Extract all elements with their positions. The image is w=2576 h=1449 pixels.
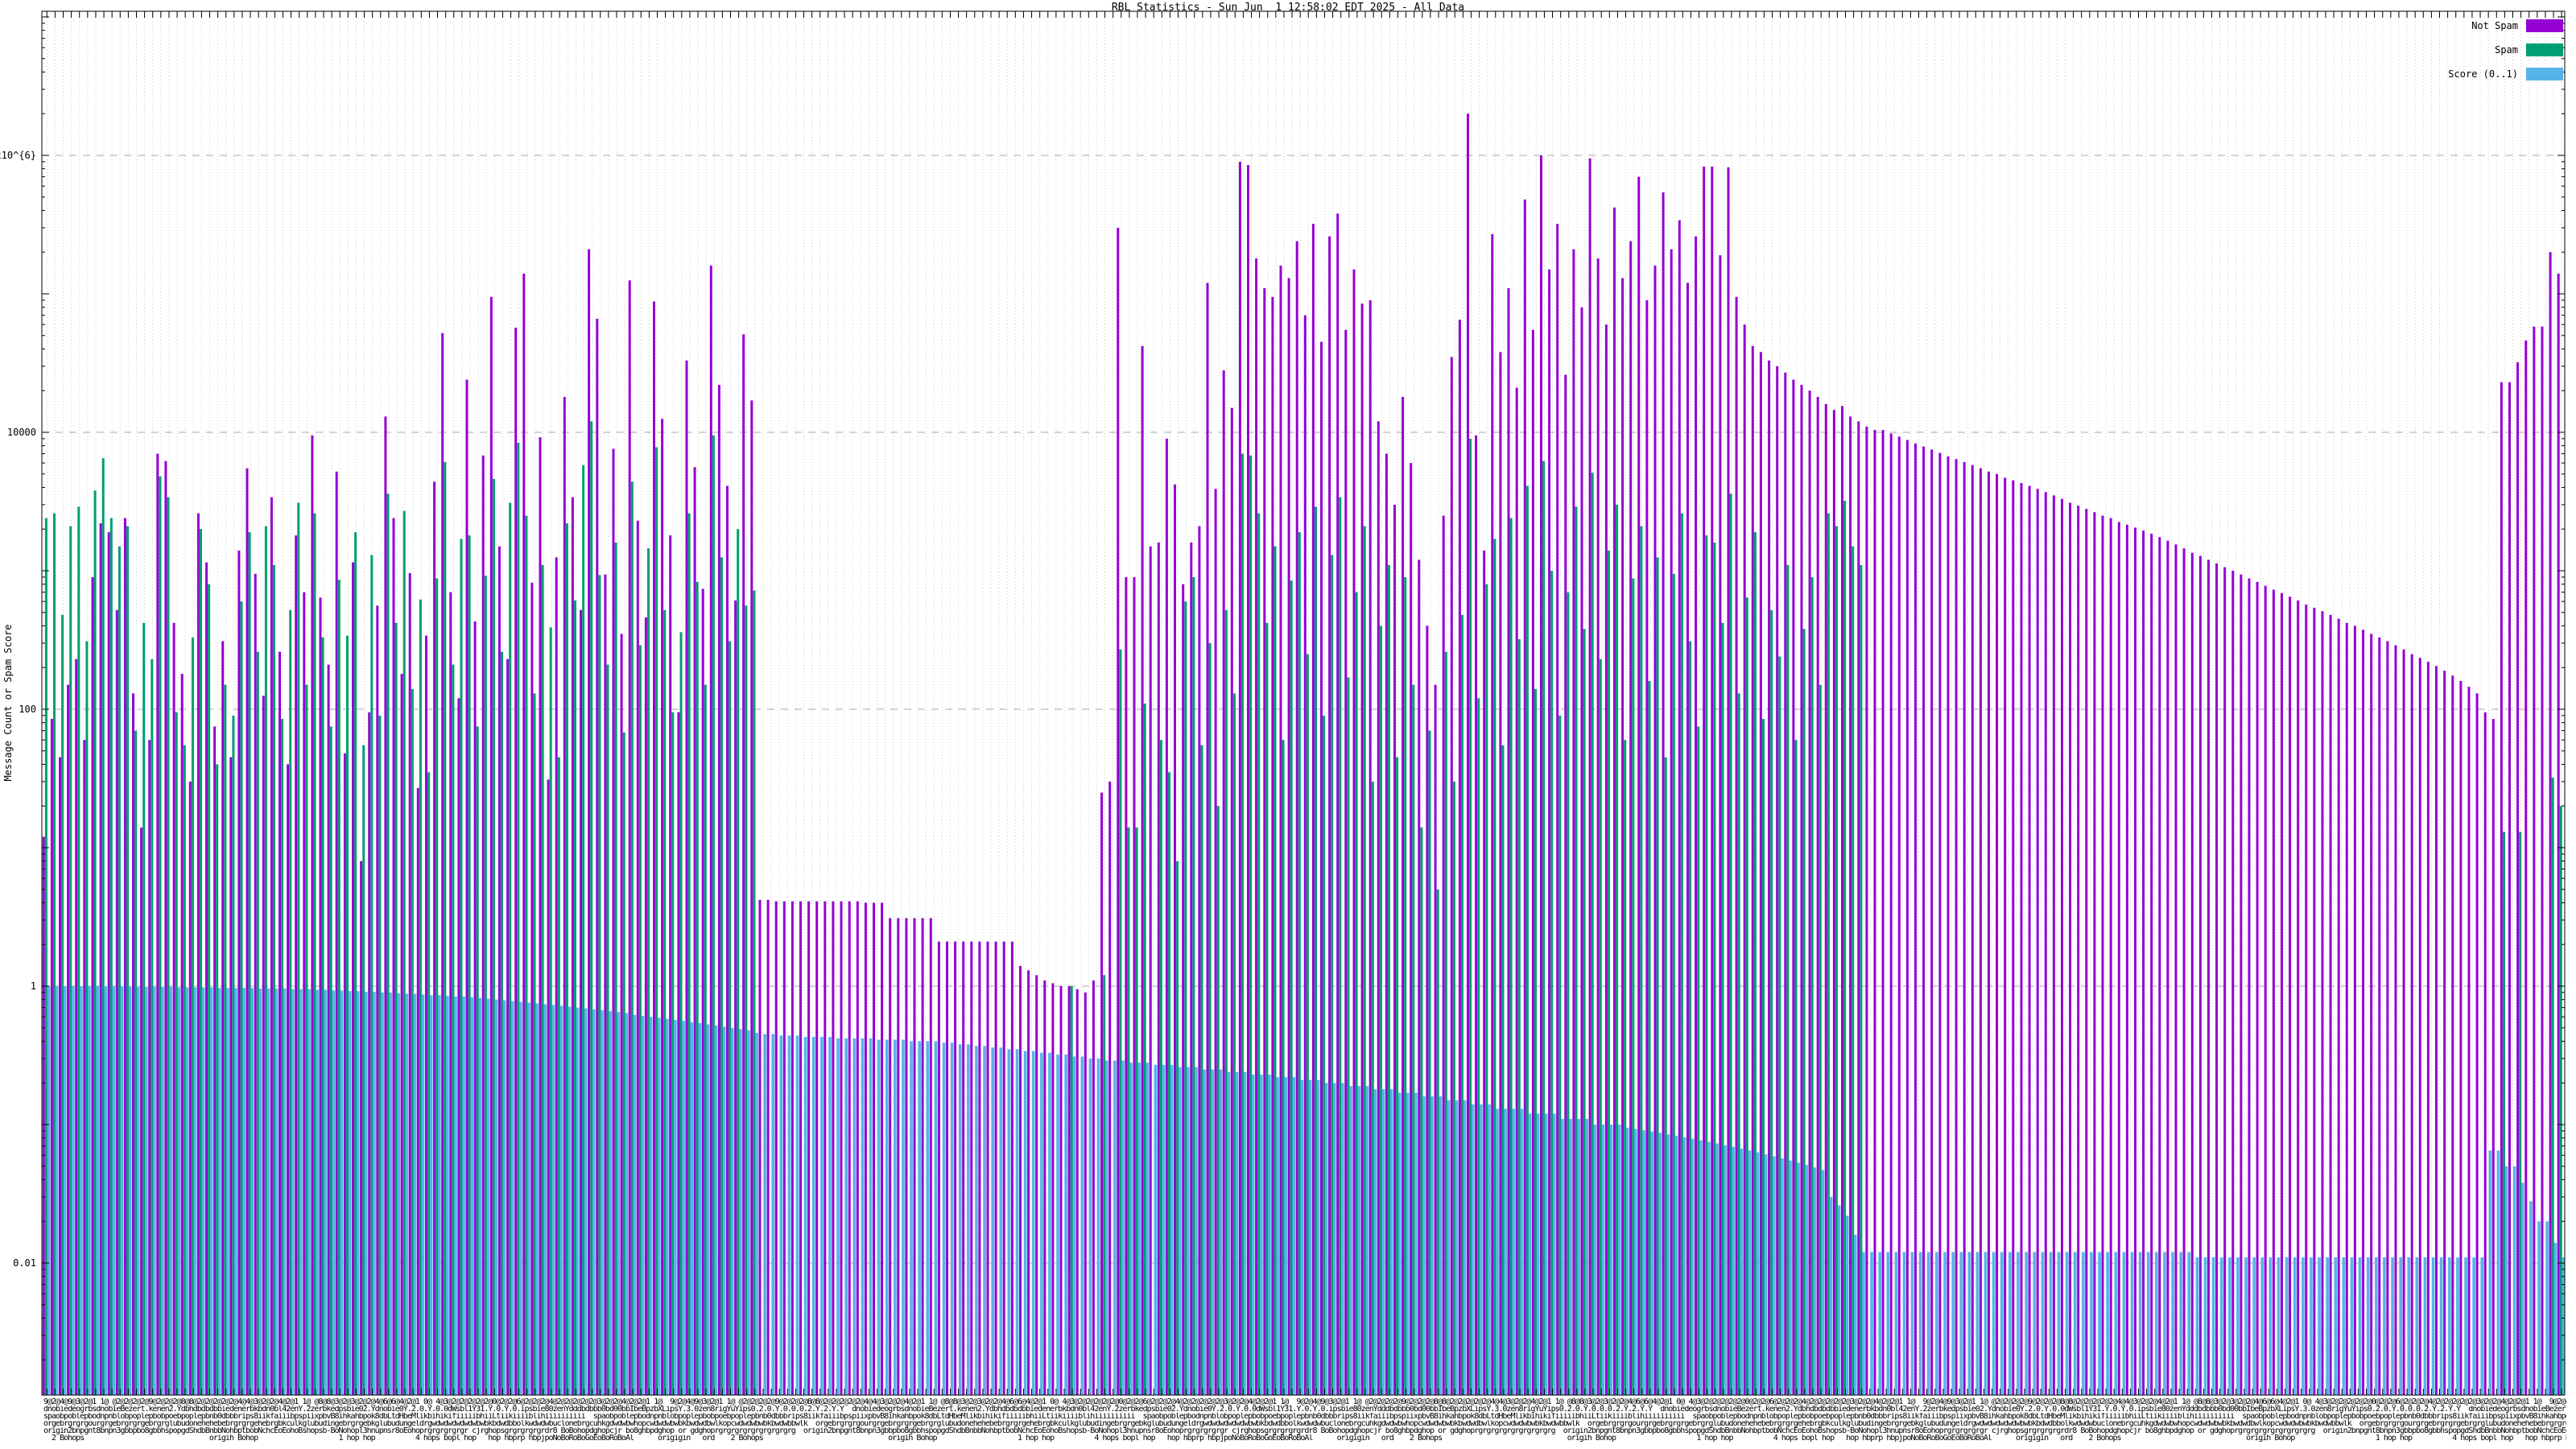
x-label-row: orgebrgrgrgourgrgebrgrgrgebrgrglubudoneh…	[43, 1420, 2566, 1427]
legend-label-not-spam: Not Spam	[2471, 20, 2518, 31]
x-label-row: dnobiedeogrbsdnobieBezert.kenen2.Ydbhdbd…	[43, 1406, 2566, 1413]
legend-label-spam: Spam	[2495, 44, 2518, 56]
legend-swatch-score-icon	[2526, 68, 2563, 80]
legend-entry-score: Score (0..1)	[2448, 68, 2563, 80]
chart-title: RBL Statistics - Sun Jun 1 12:58:02 EDT …	[1111, 2, 1465, 14]
legend: Not Spam Spam Score (0..1)	[2448, 19, 2563, 80]
x-axis-tick-labels: 9@2@4@9@3@2@1 1@ @2@2@2@2@9@2@2@2@8@8@2@…	[43, 1398, 2566, 1445]
chart-plot-area: 1x10^{6} 10000 100 1 0.01	[0, 0, 2576, 1449]
legend-entry-spam: Spam	[2448, 43, 2563, 56]
legend-swatch-not-spam-icon	[2526, 19, 2563, 32]
svg-text:1x10^{6}: 1x10^{6}	[0, 150, 36, 161]
legend-label-score: Score (0..1)	[2448, 68, 2518, 80]
x-label-row: spaobpoblepbodnpnblobpoplepbobpoebpoplep…	[43, 1413, 2566, 1420]
svg-text:100: 100	[19, 704, 36, 715]
svg-text:0.01: 0.01	[13, 1257, 36, 1269]
legend-swatch-spam-icon	[2526, 43, 2563, 56]
x-label-row: origin2bnpgnt8bnpn3gbbpbo8gbbhspopgdShdb…	[43, 1427, 2566, 1435]
legend-entry-not-spam: Not Spam	[2448, 19, 2563, 32]
svg-text:10000: 10000	[7, 427, 36, 438]
x-label-row: 2 Bohops origih Bohop 1 hop hop 4 hops b…	[52, 1435, 2566, 1442]
svg-text:1: 1	[31, 980, 36, 992]
rbl-statistics-chart-page: { "title": "RBL Statistics - Sun Jun 1 1…	[0, 0, 2576, 1449]
y-axis-title: Message Count or Spam Score	[2, 624, 14, 782]
x-label-row: 9@2@4@9@3@2@1 1@ @2@2@2@2@9@2@2@2@8@8@2@…	[43, 1398, 2566, 1406]
